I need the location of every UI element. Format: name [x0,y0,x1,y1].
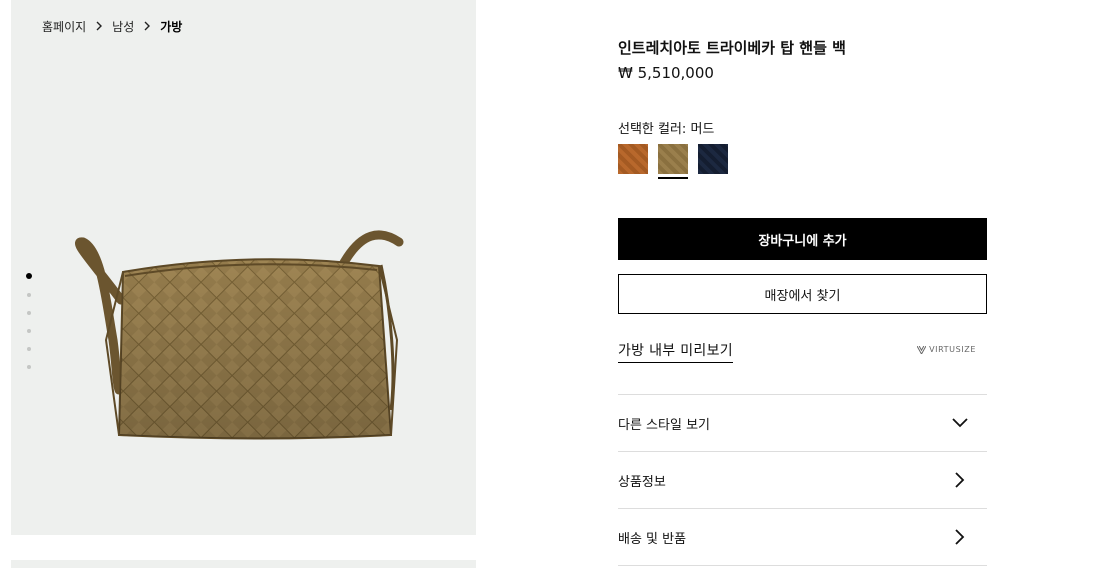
accordion-shipping-returns[interactable]: 배송 및 반품 [618,508,987,565]
product-image-next [11,560,476,568]
product-image-gallery[interactable]: 홈페이지 남성 가방 [11,0,476,535]
product-title: 인트레치아토 트라이베카 탑 핸들 백 [618,39,846,57]
breadcrumb-current: 가방 [160,20,183,34]
accordion-label: 다른 스타일 보기 [618,417,710,433]
gallery-dot-6[interactable] [27,365,31,369]
accordion-label: 배송 및 반품 [618,531,687,547]
chevron-right-icon [949,526,971,548]
gallery-dot-3[interactable] [27,311,31,315]
find-in-store-button[interactable]: 매장에서 찾기 [618,274,987,314]
gallery-dot-5[interactable] [27,347,31,351]
virtusize-label: VIRTUSIZE [929,345,976,354]
color-swatch-mud[interactable] [658,144,688,179]
product-image[interactable] [61,220,411,445]
add-to-bag-button[interactable]: 장바구니에 추가 [618,218,987,260]
chevron-down-icon [949,412,971,434]
gallery-dot-2[interactable] [27,293,31,297]
chevron-right-icon [949,469,971,491]
breadcrumb-home[interactable]: 홈페이지 [42,18,86,35]
color-swatch-navy[interactable] [698,144,728,174]
accordion-other-styles[interactable]: 다른 스타일 보기 [618,394,987,451]
color-swatch-orange[interactable] [618,144,648,174]
accordion-divider [618,565,987,566]
virtusize-logo[interactable]: VIRTUSIZE [917,345,976,354]
gallery-dot-4[interactable] [27,329,31,333]
product-price: ₩ 5,510,000 [618,64,714,82]
breadcrumb-category[interactable]: 남성 [112,18,134,35]
accordion-product-details[interactable]: 상품정보 [618,451,987,508]
breadcrumb-separator-icon [134,20,160,34]
color-swatches [618,144,728,179]
accordion-label: 상품정보 [618,474,666,490]
product-page: 홈페이지 남성 가방 인트레치아토 트라이베카 탑 핸들 백 ₩ 5,510,0… [0,0,1093,568]
breadcrumb-separator-icon [86,20,112,34]
gallery-dot-1[interactable] [26,273,32,279]
preview-inside-row: 가방 내부 미리보기 VIRTUSIZE [618,340,987,364]
virtusize-icon [917,345,927,354]
selected-color-label: 선택한 컬러: 머드 [618,122,715,137]
breadcrumb: 홈페이지 남성 가방 [42,18,182,35]
preview-inside-link[interactable]: 가방 내부 미리보기 [618,343,733,363]
gallery-pagination [26,273,32,369]
